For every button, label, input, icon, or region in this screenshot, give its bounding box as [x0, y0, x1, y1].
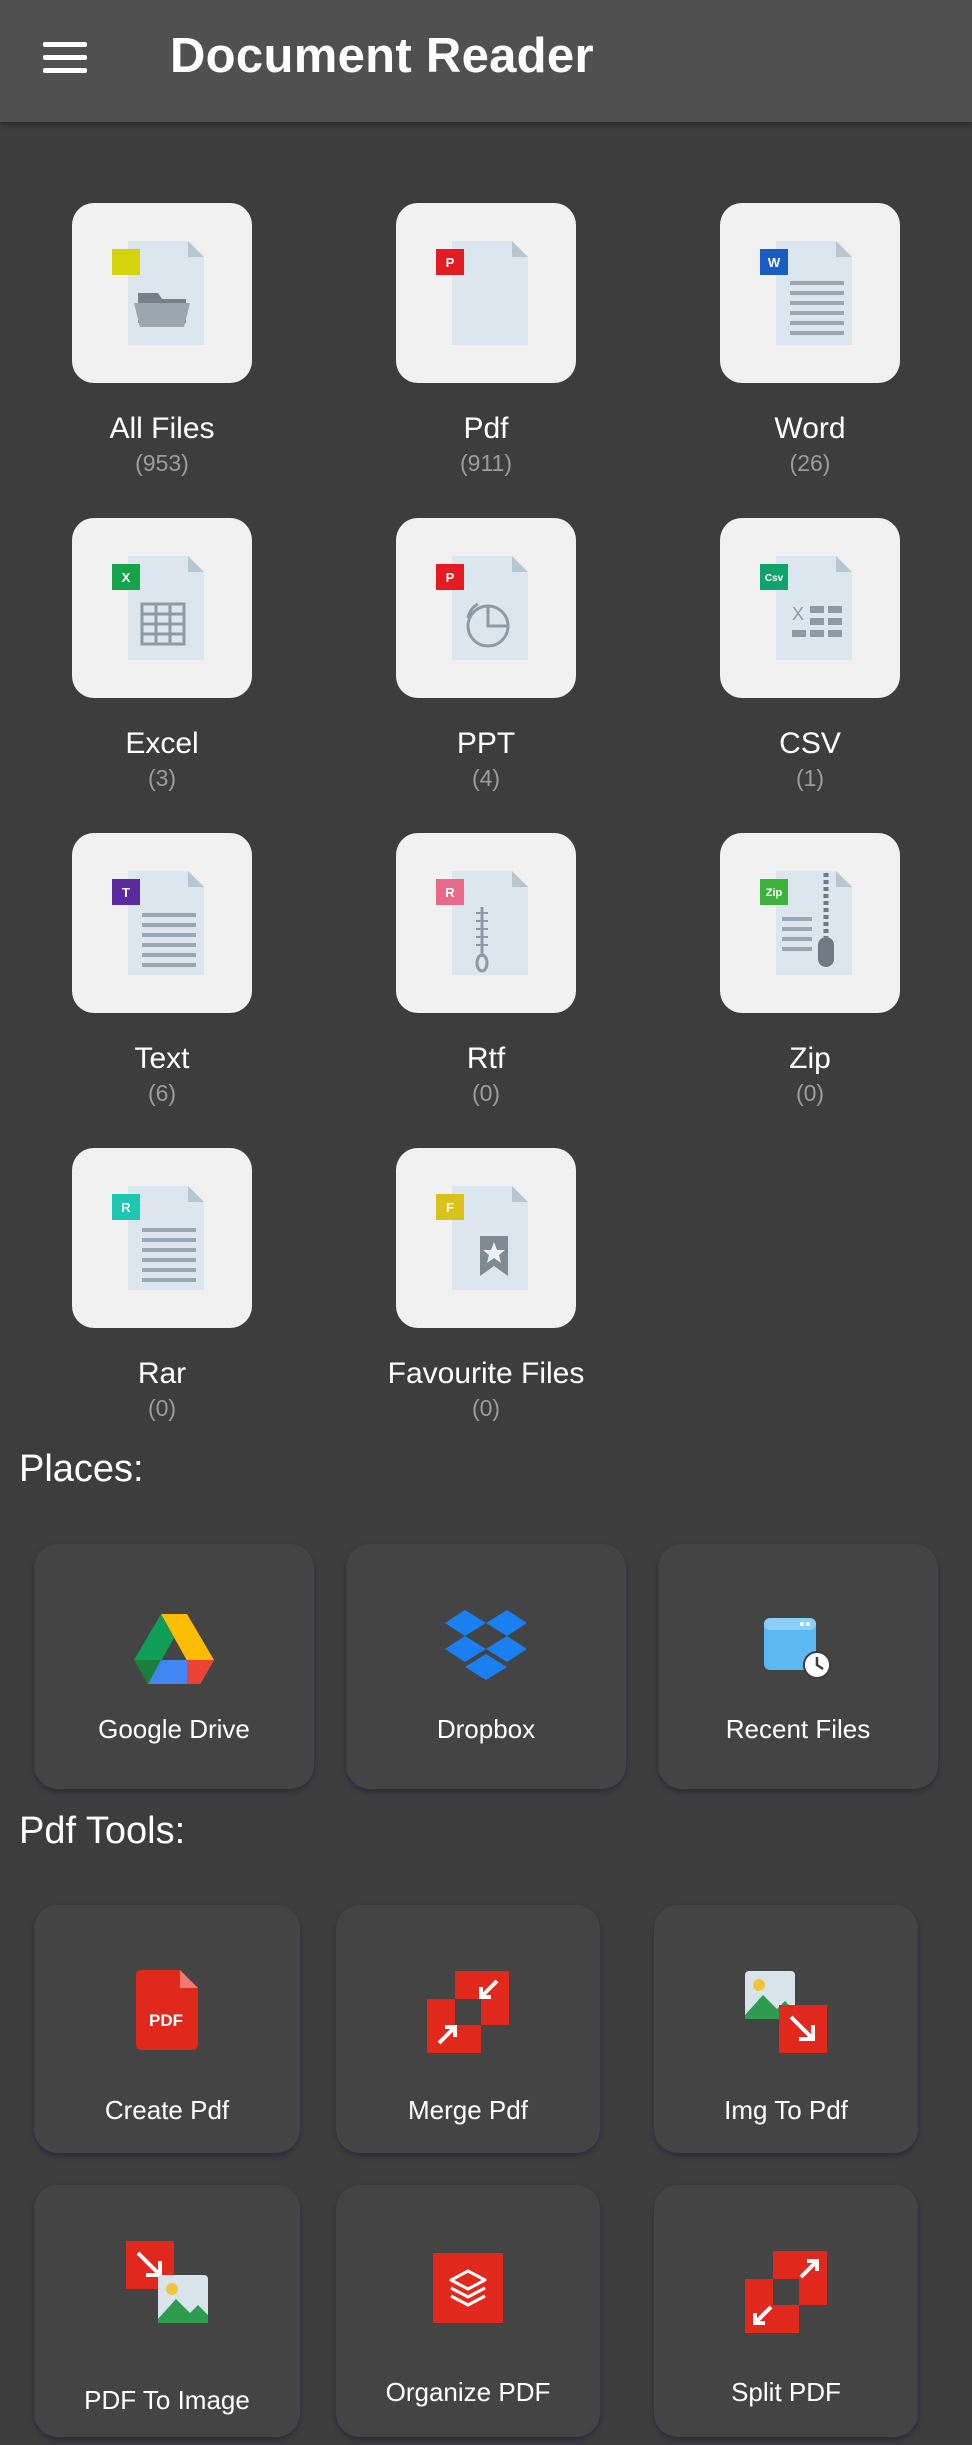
- rar-doc-icon: R: [72, 1148, 252, 1328]
- hamburger-menu-icon[interactable]: [34, 30, 96, 86]
- category-rar[interactable]: R Rar (0): [12, 1148, 312, 1422]
- word-doc-icon: W: [720, 203, 900, 383]
- tool-label: Create Pdf: [104, 2095, 230, 2125]
- tool-label: Split PDF: [731, 2377, 841, 2407]
- category-label: Text: [134, 1042, 190, 1075]
- tool-split-pdf[interactable]: Split PDF: [654, 2185, 918, 2437]
- category-label: Rtf: [466, 1042, 506, 1075]
- category-label: Rar: [137, 1357, 187, 1390]
- excel-doc-icon: X: [72, 518, 252, 698]
- place-label: Dropbox: [436, 1714, 536, 1744]
- category-ppt[interactable]: P PPT (4): [336, 518, 636, 792]
- category-count: (1): [795, 765, 825, 791]
- category-count: (0): [471, 1395, 501, 1421]
- text-doc-icon: T: [72, 833, 252, 1013]
- places-title: Places:: [19, 1448, 144, 1490]
- category-label: Word: [774, 412, 846, 445]
- tool-img-to-pdf[interactable]: Img To Pdf: [654, 1905, 918, 2153]
- organize-pdf-icon: [433, 2253, 503, 2328]
- place-label: Recent Files: [725, 1714, 871, 1744]
- category-label: Excel: [125, 727, 199, 760]
- svg-text:X: X: [792, 604, 804, 624]
- tool-merge-pdf[interactable]: Merge Pdf: [336, 1905, 600, 2153]
- tool-organize-pdf[interactable]: Organize PDF: [336, 2185, 600, 2437]
- svg-text:W: W: [768, 255, 781, 270]
- split-pdf-icon: [745, 2251, 827, 2338]
- category-count: (911): [460, 450, 512, 476]
- svg-text:T: T: [122, 885, 130, 900]
- tool-create-pdf[interactable]: PDF Create Pdf: [34, 1905, 300, 2153]
- category-label: Pdf: [463, 412, 509, 445]
- favourite-doc-icon: F: [396, 1148, 576, 1328]
- category-label: Favourite Files: [387, 1357, 585, 1390]
- svg-text:P: P: [446, 255, 455, 270]
- place-label: Google Drive: [98, 1714, 250, 1744]
- csv-doc-icon: Csv X: [720, 518, 900, 698]
- category-count: (26): [789, 450, 831, 476]
- app-bar: Document Reader: [0, 0, 972, 122]
- tool-label: PDF To Image: [84, 2385, 250, 2415]
- category-count: (6): [147, 1080, 177, 1106]
- svg-text:F: F: [446, 1200, 454, 1215]
- zip-doc-icon: Zip: [720, 833, 900, 1013]
- rtf-doc-icon: R: [396, 833, 576, 1013]
- svg-text:R: R: [121, 1200, 131, 1215]
- category-all-files[interactable]: All Files (953): [12, 203, 312, 477]
- category-favourite-files[interactable]: F Favourite Files (0): [336, 1148, 636, 1422]
- svg-text:Zip: Zip: [766, 887, 783, 899]
- place-recent-files[interactable]: Recent Files: [658, 1544, 938, 1789]
- recent-files-icon: [762, 1614, 834, 1685]
- img-to-pdf-icon: [745, 1971, 827, 2058]
- category-label: PPT: [456, 727, 516, 760]
- place-dropbox[interactable]: Dropbox: [346, 1544, 626, 1789]
- create-pdf-icon: PDF: [136, 1970, 198, 2055]
- folder-doc-icon: [72, 203, 252, 383]
- category-pdf[interactable]: P Pdf (911): [336, 203, 636, 477]
- pdf-doc-icon: P: [396, 203, 576, 383]
- tool-label: Merge Pdf: [408, 2095, 528, 2125]
- merge-pdf-icon: [427, 1971, 509, 2058]
- tool-label: Img To Pdf: [724, 2095, 848, 2125]
- category-csv[interactable]: Csv X CSV (1): [660, 518, 960, 792]
- dropbox-icon: [445, 1610, 527, 1691]
- tool-label: Organize PDF: [385, 2377, 551, 2407]
- category-label: Zip: [789, 1042, 831, 1075]
- category-count: (4): [471, 765, 501, 791]
- pdf-tools-title: Pdf Tools:: [19, 1810, 186, 1852]
- category-zip[interactable]: Zip Zip (0): [660, 833, 960, 1107]
- category-rtf[interactable]: R Rtf (0): [336, 833, 636, 1107]
- ppt-doc-icon: P: [396, 518, 576, 698]
- svg-text:P: P: [446, 570, 455, 585]
- app-title: Document Reader: [170, 29, 594, 83]
- category-label: CSV: [779, 727, 841, 760]
- category-text[interactable]: T Text (6): [12, 833, 312, 1107]
- category-excel[interactable]: X Excel (3): [12, 518, 312, 792]
- category-count: (0): [471, 1080, 501, 1106]
- google-drive-icon: [134, 1612, 214, 1689]
- category-count: (0): [147, 1395, 177, 1421]
- category-count: (0): [795, 1080, 825, 1106]
- tool-pdf-to-image[interactable]: PDF To Image: [34, 2185, 300, 2437]
- category-word[interactable]: W Word (26): [660, 203, 960, 477]
- category-label: All Files: [109, 412, 215, 445]
- category-count: (3): [147, 765, 177, 791]
- svg-text:X: X: [122, 570, 131, 585]
- place-google-drive[interactable]: Google Drive: [34, 1544, 314, 1789]
- category-count: (953): [135, 450, 189, 476]
- svg-text:PDF: PDF: [149, 2011, 183, 2030]
- svg-text:R: R: [445, 885, 455, 900]
- pdf-to-image-icon: [126, 2241, 208, 2328]
- svg-text:Csv: Csv: [765, 573, 784, 584]
